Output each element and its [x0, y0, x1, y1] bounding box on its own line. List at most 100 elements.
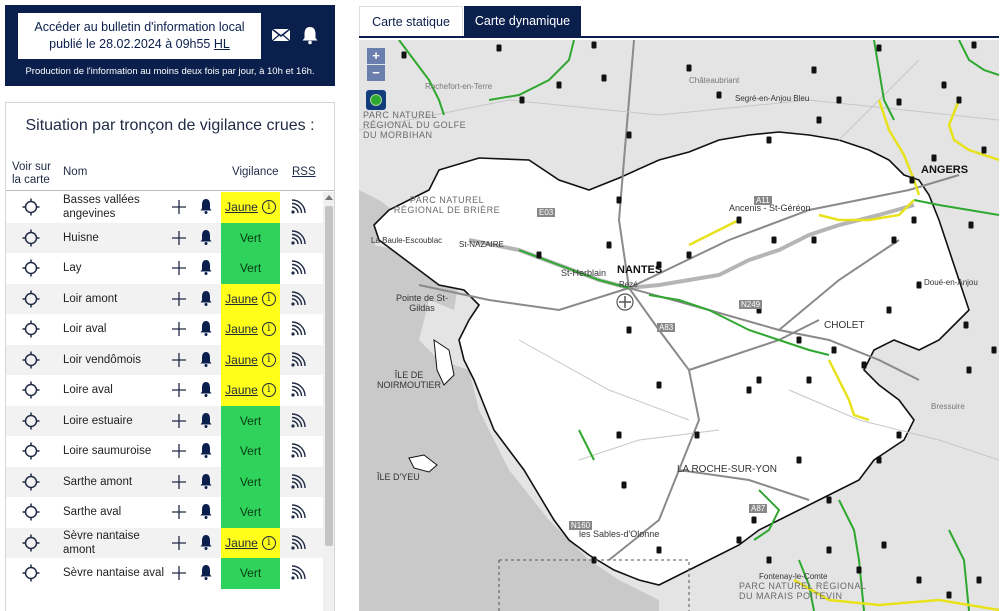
bell-icon[interactable] [198, 564, 214, 581]
plus-icon[interactable] [171, 413, 187, 429]
locate-on-map-icon[interactable] [22, 351, 40, 369]
rss-icon[interactable] [290, 412, 306, 429]
header-rss[interactable]: RSS [292, 166, 316, 178]
vigilance-level-label[interactable]: Jaune [225, 536, 258, 550]
bell-icon[interactable] [198, 412, 214, 429]
panel-scrollbar[interactable] [323, 192, 334, 611]
station-marker-icon[interactable] [606, 241, 612, 249]
zoom-out-button[interactable]: − [367, 65, 385, 81]
locate-on-map-icon[interactable] [22, 229, 40, 247]
vigilance-badge[interactable]: Jaune i [221, 344, 280, 375]
station-marker-icon[interactable] [836, 96, 842, 104]
station-marker-icon[interactable] [861, 361, 867, 369]
layer-toggle-button[interactable] [366, 90, 386, 110]
station-marker-icon[interactable] [694, 431, 700, 439]
plus-icon[interactable] [171, 352, 187, 368]
locate-on-map-icon[interactable] [22, 564, 40, 582]
locate-on-map-icon[interactable] [22, 290, 40, 308]
vigilance-badge[interactable]: Jaune i [221, 527, 280, 558]
station-marker-icon[interactable] [796, 336, 802, 344]
zoom-in-button[interactable]: + [367, 48, 385, 64]
vigilance-level-label[interactable]: Jaune [225, 200, 258, 214]
bell-icon[interactable] [198, 381, 214, 398]
station-marker-icon[interactable] [971, 41, 977, 49]
station-marker-icon[interactable] [956, 96, 962, 104]
rss-icon[interactable] [290, 504, 306, 520]
station-marker-icon[interactable] [756, 376, 762, 384]
station-marker-icon[interactable] [519, 96, 525, 104]
locate-on-map-icon[interactable] [22, 534, 40, 552]
station-marker-icon[interactable] [616, 431, 622, 439]
locate-on-map-icon[interactable] [22, 198, 40, 216]
bell-icon[interactable] [198, 534, 214, 551]
rss-icon[interactable] [290, 443, 306, 459]
info-icon[interactable]: i [261, 322, 276, 337]
locate-on-map-icon[interactable] [22, 381, 40, 399]
station-marker-icon[interactable] [626, 326, 632, 334]
envelope-icon[interactable] [270, 25, 292, 45]
scroll-thumb[interactable] [325, 206, 333, 546]
station-marker-icon[interactable] [746, 386, 752, 394]
station-marker-icon[interactable] [941, 81, 947, 89]
station-marker-icon[interactable] [656, 546, 662, 554]
station-marker-icon[interactable] [911, 216, 917, 224]
bell-icon[interactable] [198, 442, 214, 459]
station-marker-icon[interactable] [968, 221, 974, 229]
bell-icon[interactable] [198, 473, 214, 490]
station-marker-icon[interactable] [601, 74, 607, 82]
vigilance-level-label[interactable]: Jaune [225, 292, 258, 306]
vigilance-level-label[interactable]: Jaune [225, 322, 258, 336]
station-marker-icon[interactable] [976, 576, 982, 584]
plus-icon[interactable] [171, 230, 187, 246]
station-marker-icon[interactable] [909, 176, 915, 184]
info-icon[interactable]: i [261, 200, 276, 215]
station-marker-icon[interactable] [856, 566, 862, 574]
info-icon[interactable]: i [261, 535, 276, 550]
station-marker-icon[interactable] [896, 431, 902, 439]
locate-on-map-icon[interactable] [22, 442, 40, 460]
station-marker-icon[interactable] [686, 64, 692, 72]
plus-icon[interactable] [171, 321, 187, 337]
bell-icon[interactable] [198, 259, 214, 276]
rss-icon[interactable] [290, 351, 306, 368]
station-marker-icon[interactable] [826, 546, 832, 554]
station-marker-icon[interactable] [736, 216, 742, 224]
rss-icon[interactable] [290, 534, 306, 551]
rss-icon[interactable] [290, 321, 306, 337]
station-marker-icon[interactable] [876, 456, 882, 464]
vigilance-badge[interactable]: Jaune i [221, 283, 280, 314]
plus-icon[interactable] [171, 504, 187, 520]
station-marker-icon[interactable] [886, 306, 892, 314]
station-marker-icon[interactable] [771, 236, 777, 244]
station-marker-icon[interactable] [806, 376, 812, 384]
plus-icon[interactable] [171, 260, 187, 276]
plus-icon[interactable] [171, 565, 187, 581]
station-marker-icon[interactable] [591, 41, 597, 49]
info-icon[interactable]: i [261, 352, 276, 367]
station-marker-icon[interactable] [891, 236, 897, 244]
plus-icon[interactable] [171, 382, 187, 398]
station-marker-icon[interactable] [736, 536, 742, 544]
station-marker-icon[interactable] [881, 541, 887, 549]
rss-icon[interactable] [290, 473, 306, 490]
station-marker-icon[interactable] [826, 496, 832, 504]
bell-icon[interactable] [198, 351, 214, 368]
station-marker-icon[interactable] [401, 51, 407, 59]
station-marker-icon[interactable] [556, 81, 562, 89]
rss-icon[interactable] [290, 199, 306, 215]
station-marker-icon[interactable] [991, 346, 997, 354]
station-marker-icon[interactable] [931, 154, 937, 162]
info-icon[interactable]: i [261, 383, 276, 398]
rss-icon[interactable] [290, 260, 306, 276]
station-marker-icon[interactable] [946, 591, 952, 599]
vigilance-level-label[interactable]: Jaune [225, 353, 258, 367]
vigilance-level-label[interactable]: Jaune [225, 383, 258, 397]
rss-icon[interactable] [290, 565, 306, 581]
station-marker-icon[interactable] [796, 456, 802, 464]
locate-on-map-icon[interactable] [22, 473, 40, 491]
plus-icon[interactable] [171, 199, 187, 215]
station-marker-icon[interactable] [626, 131, 632, 139]
vigilance-badge[interactable]: Jaune i [221, 192, 280, 223]
plus-icon[interactable] [171, 291, 187, 307]
station-marker-icon[interactable] [496, 44, 502, 52]
